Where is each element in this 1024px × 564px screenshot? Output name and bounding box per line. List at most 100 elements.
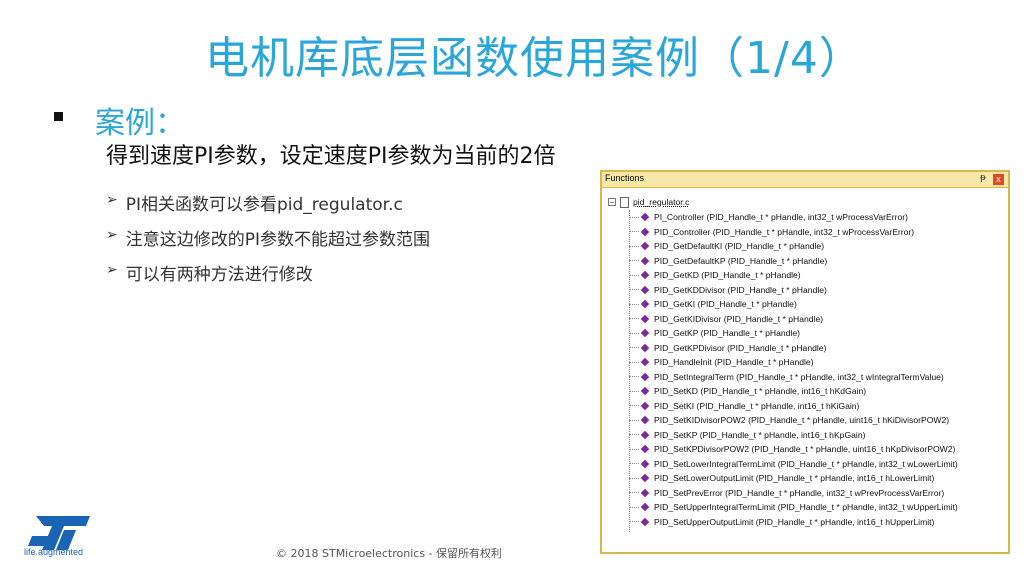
tree-branch-line bbox=[629, 390, 639, 392]
list-item-text: 注意这边修改的PI参数不能超过参数范围 bbox=[125, 230, 430, 250]
function-icon bbox=[640, 416, 650, 425]
arrow-bullet-icon: ➢ bbox=[106, 262, 118, 278]
function-icon bbox=[640, 213, 650, 222]
function-item[interactable]: PID_GetKIDivisor (PID_Handle_t * pHandle… bbox=[629, 312, 958, 327]
tree-branch-line bbox=[629, 318, 639, 320]
tree-branch-line bbox=[629, 332, 639, 334]
function-item[interactable]: PID_SetKIDivisorPOW2 (PID_Handle_t * pHa… bbox=[629, 413, 958, 428]
function-signature: PID_SetPrevError (PID_Handle_t * pHandle… bbox=[654, 487, 945, 498]
function-item[interactable]: PID_SetUpperIntegralTermLimit (PID_Handl… bbox=[629, 500, 958, 515]
function-signature: PID_GetKD (PID_Handle_t * pHandle) bbox=[654, 270, 801, 281]
function-item[interactable]: PID_SetLowerOutputLimit (PID_Handle_t * … bbox=[629, 471, 958, 486]
list-item-text: 可以有两种方法进行修改 bbox=[125, 265, 313, 285]
function-icon bbox=[640, 256, 650, 265]
tree-branch-line bbox=[629, 419, 639, 421]
function-item[interactable]: PID_SetKD (PID_Handle_t * pHandle, int16… bbox=[629, 384, 958, 399]
function-icon bbox=[640, 517, 650, 526]
tree-branch-line bbox=[629, 506, 639, 508]
tree-branch-line bbox=[629, 405, 639, 407]
file-icon bbox=[620, 196, 629, 208]
tree-branch-line bbox=[629, 448, 639, 450]
arrow-bullet-icon: ➢ bbox=[106, 192, 118, 208]
arrow-bullet-icon: ➢ bbox=[106, 227, 118, 243]
function-item[interactable]: PID_GetDefaultKI (PID_Handle_t * pHandle… bbox=[629, 239, 958, 254]
function-item[interactable]: PID_SetKI (PID_Handle_t * pHandle, int16… bbox=[629, 399, 958, 414]
function-icon bbox=[640, 358, 650, 367]
function-icon bbox=[640, 329, 650, 338]
list-item-text: PI相关函数可以参看pid_regulator.c bbox=[125, 195, 403, 215]
function-list: PI_Controller (PID_Handle_t * pHandle, i… bbox=[629, 210, 958, 529]
tree-branch-line bbox=[629, 361, 639, 363]
function-signature: PID_GetKPDivisor (PID_Handle_t * pHandle… bbox=[654, 342, 827, 353]
function-signature: PID_SetKD (PID_Handle_t * pHandle, int16… bbox=[654, 386, 867, 397]
function-item[interactable]: PID_Controller (PID_Handle_t * pHandle, … bbox=[629, 225, 958, 240]
tree-branch-line bbox=[629, 521, 639, 523]
list-item: ➢ 可以有两种方法进行修改 bbox=[106, 260, 430, 295]
bullet-square-icon bbox=[54, 112, 63, 121]
function-item[interactable]: PID_GetKDDivisor (PID_Handle_t * pHandle… bbox=[629, 283, 958, 298]
bullet-list: ➢ PI相关函数可以参看pid_regulator.c ➢ 注意这边修改的PI参… bbox=[106, 190, 430, 295]
function-icon bbox=[640, 474, 650, 483]
function-signature: PID_SetKIDivisorPOW2 (PID_Handle_t * pHa… bbox=[654, 415, 950, 426]
pin-icon[interactable]: ᵽ bbox=[980, 173, 986, 183]
function-signature: PID_GetDefaultKP (PID_Handle_t * pHandle… bbox=[654, 255, 828, 266]
tree-branch-line bbox=[629, 477, 639, 479]
function-item[interactable]: PID_SetLowerIntegralTermLimit (PID_Handl… bbox=[629, 457, 958, 472]
tree-branch-line bbox=[629, 463, 639, 465]
function-item[interactable]: PID_GetDefaultKP (PID_Handle_t * pHandle… bbox=[629, 254, 958, 269]
file-name: pid_regulator.c bbox=[633, 197, 690, 207]
functions-panel: Functions ᵽ x − pid_regulator.c PI_Contr… bbox=[600, 170, 1010, 554]
function-signature: PID_SetLowerIntegralTermLimit (PID_Handl… bbox=[654, 458, 958, 469]
function-icon bbox=[640, 242, 650, 251]
function-item[interactable]: PID_SetIntegralTerm (PID_Handle_t * pHan… bbox=[629, 370, 958, 385]
tree-branch-line bbox=[629, 274, 639, 276]
function-icon bbox=[640, 503, 650, 512]
function-item[interactable]: PID_HandleInit (PID_Handle_t * pHandle) bbox=[629, 355, 958, 370]
function-item[interactable]: PID_GetKP (PID_Handle_t * pHandle) bbox=[629, 326, 958, 341]
slide-title: 电机库底层函数使用案例（1/4） bbox=[205, 33, 864, 84]
tree-branch-line bbox=[629, 434, 639, 436]
function-item[interactable]: PID_GetKI (PID_Handle_t * pHandle) bbox=[629, 297, 958, 312]
function-item[interactable]: PID_SetKPDivisorPOW2 (PID_Handle_t * pHa… bbox=[629, 442, 958, 457]
function-item[interactable]: PID_GetKD (PID_Handle_t * pHandle) bbox=[629, 268, 958, 283]
function-signature: PID_GetKDDivisor (PID_Handle_t * pHandle… bbox=[654, 284, 827, 295]
panel-title: Functions bbox=[605, 173, 645, 183]
function-icon bbox=[640, 387, 650, 396]
function-icon bbox=[640, 488, 650, 497]
function-icon bbox=[640, 459, 650, 468]
function-signature: PID_SetLowerOutputLimit (PID_Handle_t * … bbox=[654, 473, 935, 484]
function-signature: PID_GetKI (PID_Handle_t * pHandle) bbox=[654, 299, 797, 310]
list-item: ➢ 注意这边修改的PI参数不能超过参数范围 bbox=[106, 225, 430, 260]
function-signature: PID_SetKP (PID_Handle_t * pHandle, int16… bbox=[654, 429, 866, 440]
panel-header: Functions ᵽ x bbox=[602, 172, 1008, 188]
logo-tagline: life.augmented bbox=[24, 547, 84, 557]
function-signature: PID_SetKI (PID_Handle_t * pHandle, int16… bbox=[654, 400, 860, 411]
function-signature: PID_GetDefaultKI (PID_Handle_t * pHandle… bbox=[654, 241, 825, 252]
function-signature: PID_GetKP (PID_Handle_t * pHandle) bbox=[654, 328, 801, 339]
tree-branch-line bbox=[629, 289, 639, 291]
tree-branch-line bbox=[629, 260, 639, 262]
function-item[interactable]: PID_SetPrevError (PID_Handle_t * pHandle… bbox=[629, 486, 958, 501]
tree-branch-line bbox=[629, 231, 639, 233]
function-signature: PI_Controller (PID_Handle_t * pHandle, i… bbox=[654, 212, 908, 223]
function-item[interactable]: PID_GetKPDivisor (PID_Handle_t * pHandle… bbox=[629, 341, 958, 356]
tree-root-file[interactable]: − pid_regulator.c bbox=[608, 196, 689, 208]
function-icon bbox=[640, 300, 650, 309]
close-icon[interactable]: x bbox=[993, 174, 1004, 185]
function-icon bbox=[640, 372, 650, 381]
tree-branch-line bbox=[629, 347, 639, 349]
function-tree: − pid_regulator.c PI_Controller (PID_Han… bbox=[602, 188, 1008, 552]
function-icon bbox=[640, 271, 650, 280]
tree-branch-line bbox=[629, 376, 639, 378]
function-item[interactable]: PI_Controller (PID_Handle_t * pHandle, i… bbox=[629, 210, 958, 225]
function-item[interactable]: PID_SetKP (PID_Handle_t * pHandle, int16… bbox=[629, 428, 958, 443]
function-icon bbox=[640, 314, 650, 323]
case-description: 得到速度PI参数，设定速度PI参数为当前的2倍 bbox=[106, 144, 556, 169]
tree-branch-line bbox=[629, 303, 639, 305]
collapse-icon[interactable]: − bbox=[608, 198, 616, 207]
tree-branch-line bbox=[629, 216, 639, 218]
case-label: 案例： bbox=[95, 106, 185, 141]
function-signature: PID_SetUpperIntegralTermLimit (PID_Handl… bbox=[654, 502, 958, 513]
function-item[interactable]: PID_SetUpperOutputLimit (PID_Handle_t * … bbox=[629, 515, 958, 530]
function-signature: PID_SetIntegralTerm (PID_Handle_t * pHan… bbox=[654, 371, 944, 382]
